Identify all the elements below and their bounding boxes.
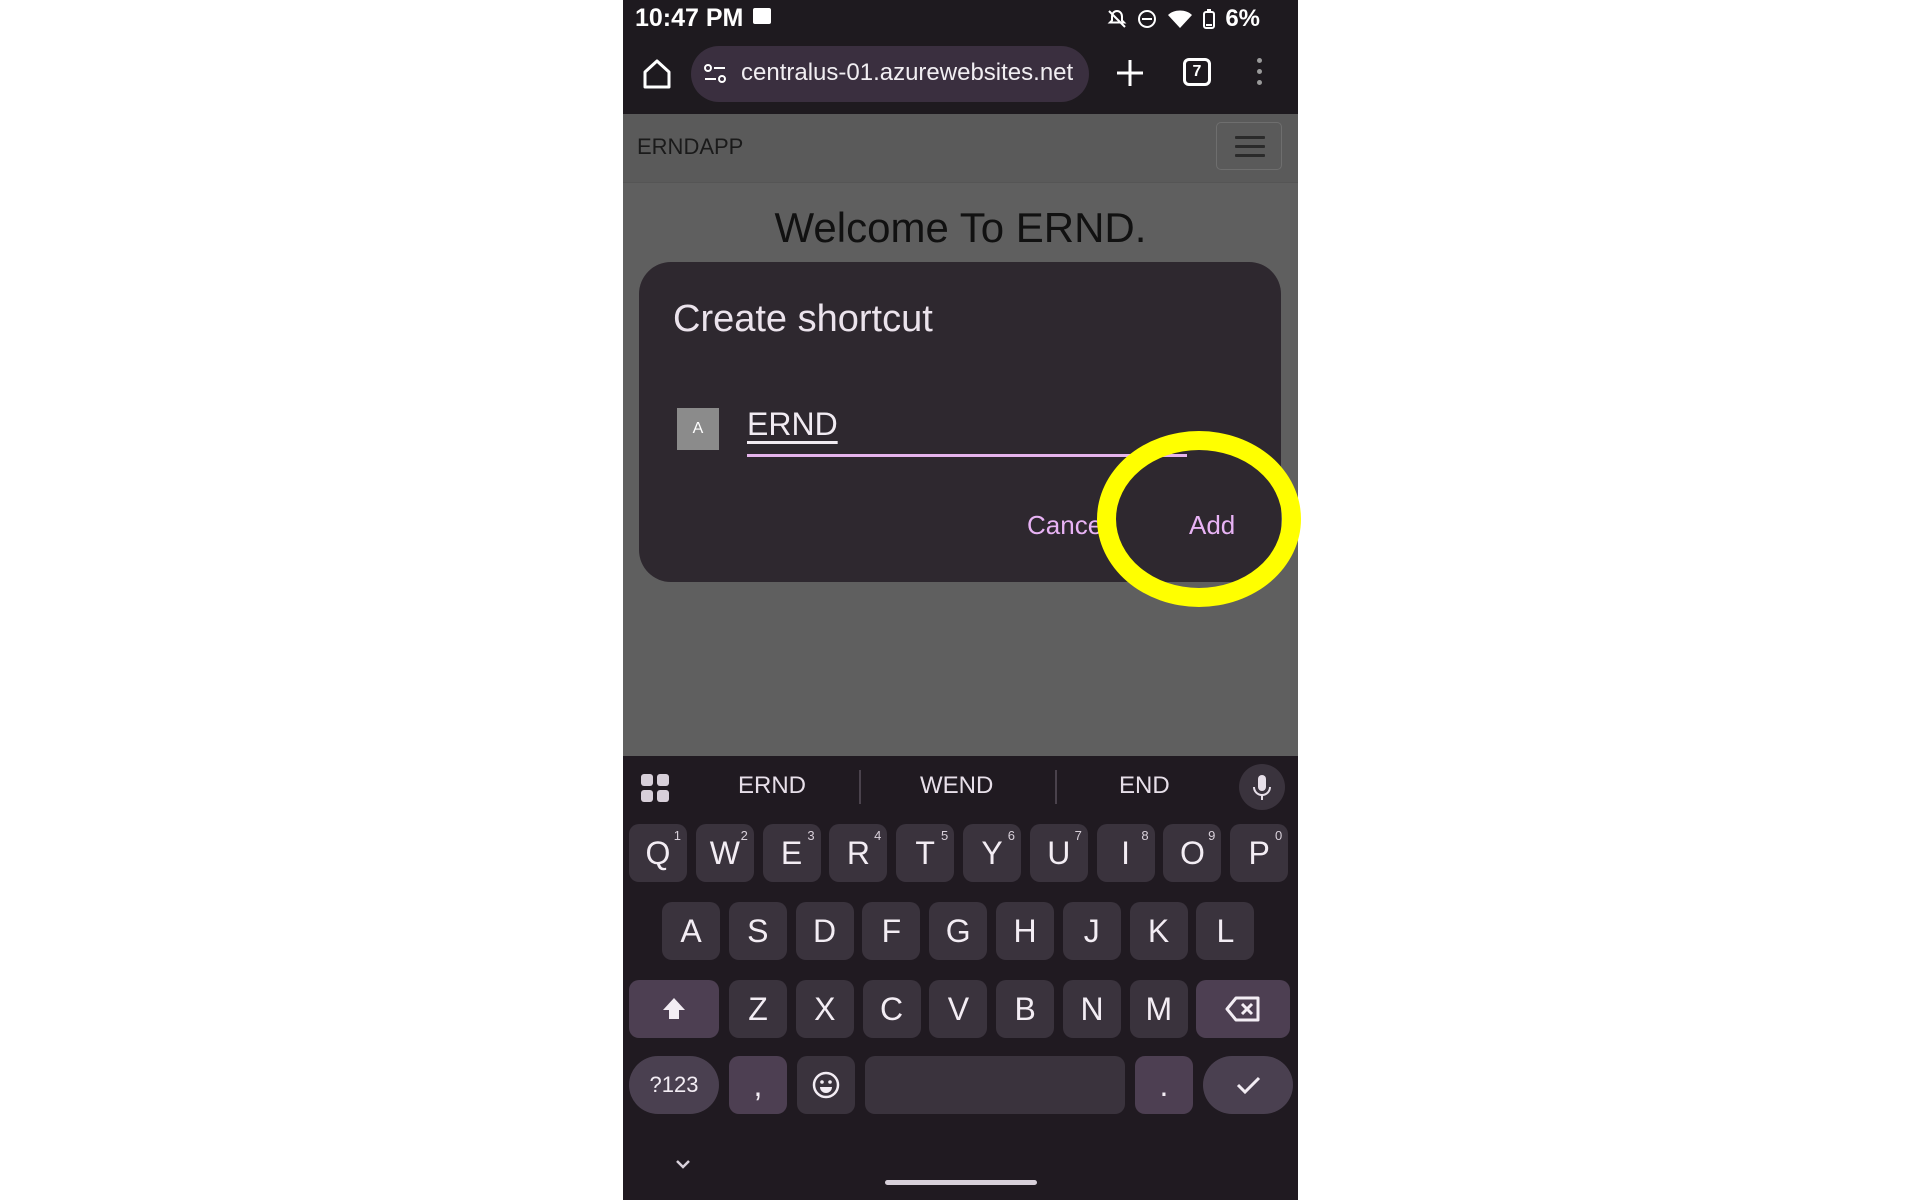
key-label: E <box>780 834 803 871</box>
tab-count: 7 <box>1192 63 1202 80</box>
site-navbar: ERNDAPP <box>623 114 1298 183</box>
shift-key[interactable] <box>629 980 719 1038</box>
key-s[interactable]: S <box>728 902 787 960</box>
chevron-down-icon[interactable] <box>673 1154 693 1174</box>
key-label: R <box>846 834 870 871</box>
key-c[interactable]: C <box>862 980 921 1038</box>
key-hint: 0 <box>1274 828 1283 843</box>
site-brand[interactable]: ERNDAPP <box>637 134 743 160</box>
key-label: T <box>915 834 935 871</box>
key-x[interactable]: X <box>795 980 854 1038</box>
space-key[interactable] <box>865 1056 1125 1114</box>
shortcut-name-input[interactable]: ERND <box>747 402 1187 457</box>
key-t[interactable]: T5 <box>896 824 955 882</box>
tab-switcher-button[interactable]: 7 <box>1183 58 1211 86</box>
key-y[interactable]: Y6 <box>963 824 1021 882</box>
key-a[interactable]: A <box>662 902 720 960</box>
key-u[interactable]: U7 <box>1029 824 1088 882</box>
shift-icon <box>663 998 685 1019</box>
site-favicon: A <box>677 408 719 450</box>
key-p[interactable]: P0 <box>1230 824 1289 882</box>
key-f[interactable]: F <box>862 902 921 960</box>
welcome-heading: Welcome To ERND. <box>774 204 1147 251</box>
key-hint: 3 <box>807 828 815 843</box>
key-l[interactable]: L <box>1196 902 1255 960</box>
status-bar: 10:47 PM 6% <box>623 0 1298 38</box>
done-key[interactable] <box>1203 1056 1293 1114</box>
site-settings-icon[interactable] <box>703 63 727 85</box>
browser-toolbar: centralus-01.azurewebsites.net 7 <box>623 38 1298 114</box>
key-o[interactable]: O9 <box>1163 824 1222 882</box>
suggestion-1[interactable]: ERND <box>738 772 806 800</box>
microphone-icon[interactable] <box>1239 764 1285 810</box>
soft-keyboard: ERND WEND END Q1W2E3R4T5Y6U7I8O9P0 ASDFG… <box>623 756 1298 1200</box>
more-options-icon[interactable] <box>1255 58 1263 88</box>
key-v[interactable]: V <box>929 980 988 1038</box>
key-k[interactable]: K <box>1129 902 1188 960</box>
key-label: W <box>709 834 740 871</box>
dialog-title: Create shortcut <box>673 298 933 340</box>
comma-key[interactable]: , <box>729 1056 787 1114</box>
key-hint: 2 <box>740 828 748 843</box>
key-w[interactable]: W2 <box>695 824 754 882</box>
suggestion-strip: ERND WEND END <box>623 756 1298 814</box>
key-g[interactable]: G <box>929 902 988 960</box>
key-r[interactable]: R4 <box>829 824 888 882</box>
key-h[interactable]: H <box>996 902 1054 960</box>
key-i[interactable]: I8 <box>1096 824 1155 882</box>
shortcut-name-value: ERND <box>747 406 838 442</box>
key-label: O <box>1179 834 1205 871</box>
key-hint: 1 <box>673 828 681 843</box>
checkmark-icon <box>1236 1076 1261 1095</box>
key-b[interactable]: B <box>996 980 1055 1038</box>
emoji-key[interactable] <box>797 1056 855 1114</box>
key-hint: 7 <box>1074 828 1082 843</box>
backspace-icon <box>1225 996 1260 1022</box>
key-q[interactable]: Q1 <box>629 824 687 882</box>
key-label: Q <box>645 834 671 871</box>
favicon-letter: A <box>692 420 704 437</box>
period-key[interactable]: . <box>1135 1056 1193 1114</box>
url-text: centralus-01.azurewebsites.net <box>741 59 1074 86</box>
key-m[interactable]: M <box>1129 980 1188 1038</box>
status-icons: 6% <box>1107 5 1260 33</box>
new-tab-icon[interactable] <box>1113 56 1147 90</box>
wifi-icon <box>1168 10 1193 28</box>
address-bar[interactable]: centralus-01.azurewebsites.net <box>691 46 1089 102</box>
key-hint: 5 <box>940 828 949 843</box>
suggestion-2[interactable]: WEND <box>920 772 993 800</box>
key-hint: 9 <box>1208 828 1216 843</box>
key-j[interactable]: J <box>1062 902 1121 960</box>
key-n[interactable]: N <box>1063 980 1121 1038</box>
key-hint: 4 <box>874 828 882 843</box>
home-icon[interactable] <box>639 56 675 92</box>
key-label: I <box>1121 834 1131 871</box>
suggestion-3[interactable]: END <box>1119 772 1170 800</box>
gesture-nav-bar[interactable] <box>885 1180 1037 1185</box>
cancel-button[interactable]: Cance <box>1027 510 1102 541</box>
key-label: Y <box>981 834 1003 871</box>
backspace-key[interactable] <box>1196 980 1290 1038</box>
key-hint: 6 <box>1007 828 1015 843</box>
key-e[interactable]: E3 <box>762 824 821 882</box>
do-not-disturb-icon <box>1138 10 1157 28</box>
key-hint: 8 <box>1141 828 1149 843</box>
notification-icon <box>753 8 771 24</box>
symbols-key[interactable]: ?123 <box>629 1056 719 1114</box>
key-d[interactable]: D <box>795 902 854 960</box>
key-label: P <box>1248 834 1270 871</box>
key-z[interactable]: Z <box>729 980 787 1038</box>
key-label: U <box>1047 834 1071 871</box>
battery-percent: 6% <box>1225 5 1260 32</box>
bell-off-icon <box>1107 9 1127 28</box>
status-time: 10:47 PM <box>635 4 744 32</box>
hamburger-menu-icon[interactable] <box>1216 122 1282 170</box>
battery-icon <box>1203 9 1216 29</box>
keyboard-apps-icon[interactable] <box>641 774 669 802</box>
emoji-icon <box>812 1071 840 1099</box>
highlight-circle <box>1097 431 1301 607</box>
